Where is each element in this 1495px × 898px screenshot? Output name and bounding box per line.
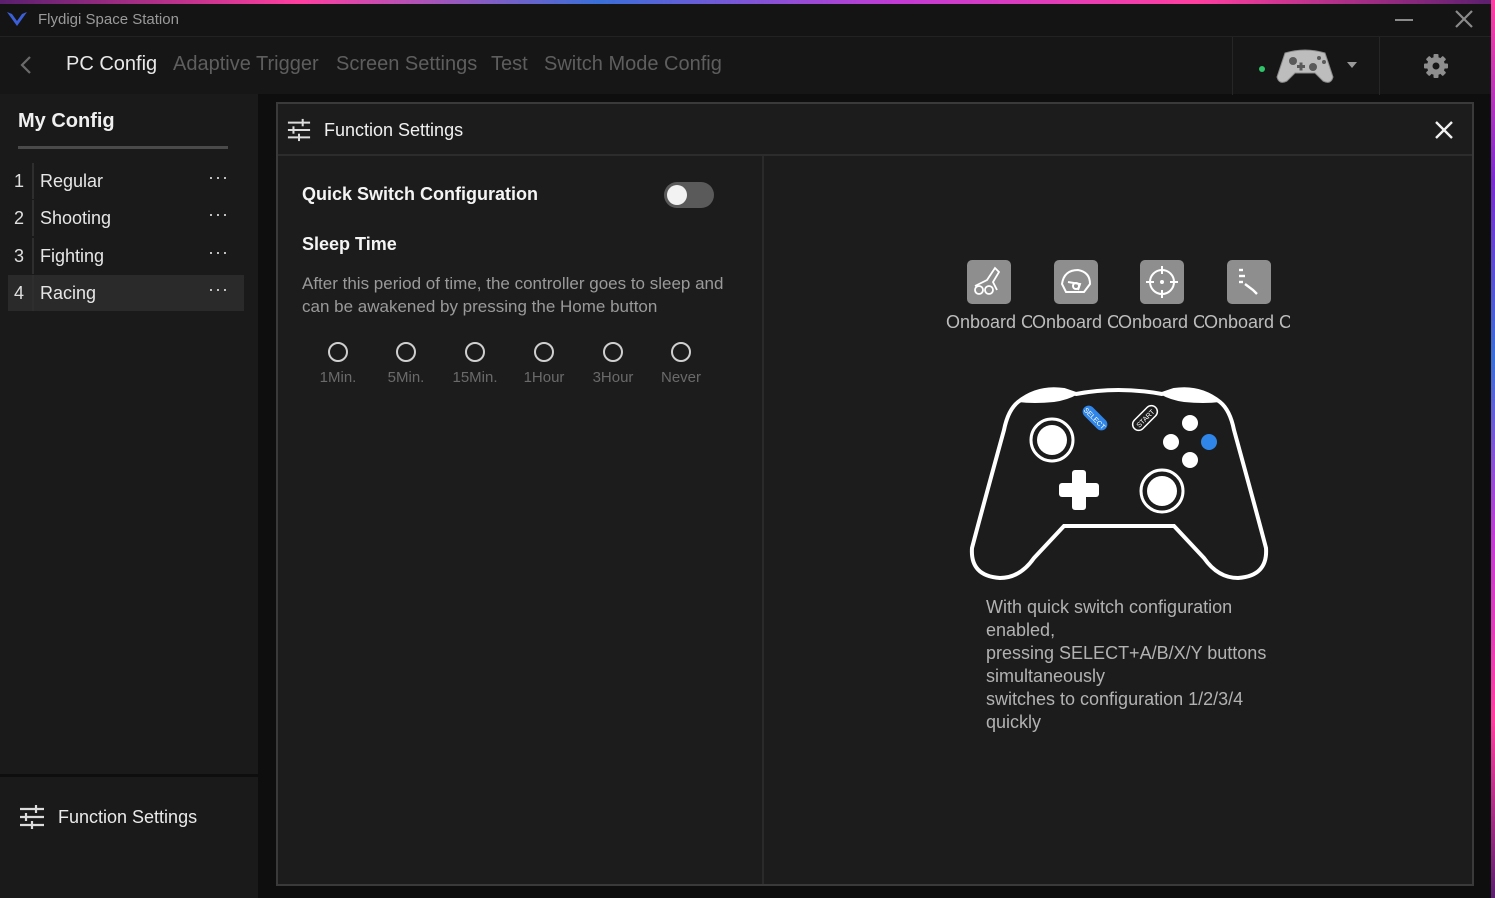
config-label: Fighting: [40, 246, 105, 266]
config-separator: [32, 238, 34, 274]
device-selector[interactable]: [1232, 37, 1380, 95]
panel-title: Function Settings: [324, 120, 464, 140]
back-arrow-icon[interactable]: [14, 51, 38, 79]
controller-diagram: SELECT START: [969, 387, 1269, 581]
radio-button-icon: [465, 342, 485, 362]
connection-status-dot: [1259, 66, 1265, 72]
sidebar-title-underline: [18, 146, 228, 149]
flydigi-logo-icon: [7, 12, 27, 26]
hint-line: pressing SELECT+A/B/X/Y buttons: [986, 643, 1267, 663]
sleep-option-never[interactable]: Never: [646, 342, 716, 388]
b-button-icon: [1201, 434, 1217, 450]
config-item-racing[interactable]: 4 Racing ···: [8, 275, 244, 311]
sleep-option-3hour[interactable]: 3Hour: [578, 342, 648, 388]
toggle-knob: [667, 185, 687, 205]
function-settings-link[interactable]: Function Settings: [18, 802, 248, 832]
config-number: 1: [14, 171, 25, 191]
close-icon[interactable]: [1432, 118, 1456, 142]
config-item-regular[interactable]: 1 Regular ···: [8, 163, 244, 199]
helmet-icon: [1054, 260, 1098, 304]
onboard-mode-label: Onboard C: [946, 312, 1032, 332]
sleep-option-15min[interactable]: 15Min.: [440, 342, 510, 388]
quick-switch-toggle[interactable]: [664, 182, 714, 208]
y-button-icon: [1182, 415, 1198, 431]
config-label: Shooting: [40, 208, 112, 228]
chevron-down-icon: [1347, 62, 1357, 68]
hint-line: simultaneously: [986, 666, 1106, 686]
sleep-option-1min[interactable]: 1Min.: [303, 342, 373, 388]
minimize-button[interactable]: [1393, 6, 1417, 30]
tab-screen-settings[interactable]: Screen Settings: [336, 53, 477, 76]
hint-line: enabled,: [986, 620, 1056, 640]
sliders-icon: [20, 805, 44, 829]
minimize-icon: [1395, 19, 1413, 21]
more-options-button[interactable]: ···: [208, 242, 229, 263]
window-close-button[interactable]: [1451, 6, 1477, 32]
config-number: 2: [14, 208, 25, 228]
panel-column-divider: [762, 156, 764, 884]
radio-label: 1Hour: [523, 369, 565, 386]
radio-label: 5Min.: [387, 369, 425, 386]
punch-icon: [1227, 260, 1271, 304]
radio-label: 1Min.: [319, 369, 357, 386]
sleep-option-1hour[interactable]: 1Hour: [509, 342, 579, 388]
sleep-option-5min[interactable]: 5Min.: [371, 342, 441, 388]
config-separator: [32, 163, 34, 199]
hint-line: switches to configuration 1/2/3/4: [986, 689, 1244, 709]
a-button-icon: [1182, 452, 1198, 468]
racing-mode-icon: [967, 260, 1011, 304]
hint-line: With quick switch configuration: [986, 597, 1233, 617]
more-options-button[interactable]: ···: [208, 167, 229, 188]
quick-switch-label: Quick Switch Configuration: [302, 184, 539, 204]
app-window: Flydigi Space Station PC Config Adaptive…: [0, 0, 1495, 898]
tab-switch-mode-config[interactable]: Switch Mode Config: [544, 53, 722, 76]
radio-label: 3Hour: [592, 369, 634, 386]
config-number: 4: [14, 283, 25, 303]
config-sidebar: My Config 1 Regular ··· 2 Shooting ··· 3…: [0, 94, 258, 898]
config-item-shooting[interactable]: 2 Shooting ···: [8, 200, 244, 236]
tab-test[interactable]: Test: [491, 53, 528, 76]
config-label: Regular: [40, 171, 104, 191]
config-number: 3: [14, 246, 25, 266]
radio-button-icon: [396, 342, 416, 362]
crosshair-icon: [1140, 260, 1184, 304]
function-settings-label: Function Settings: [58, 807, 198, 827]
title-bar: Flydigi Space Station: [0, 4, 1491, 36]
config-label: Racing: [40, 283, 97, 303]
onboard-mode-label: Onboard C: [1032, 312, 1118, 332]
controller-thumbnail-icon: [1276, 49, 1334, 83]
function-settings-panel: Function Settings Quick Switch Configura…: [276, 102, 1474, 886]
tab-adaptive-trigger[interactable]: Adaptive Trigger: [173, 53, 319, 76]
config-item-fighting[interactable]: 3 Fighting ···: [8, 238, 244, 274]
sleep-time-label: Sleep Time: [302, 234, 397, 254]
gear-icon[interactable]: [1420, 51, 1452, 81]
sliders-icon: [287, 118, 311, 142]
hint-line: quickly: [986, 712, 1042, 732]
quick-switch-hint: With quick switch configuration enabled,…: [986, 596, 1286, 734]
tab-pc-config[interactable]: PC Config: [66, 53, 157, 76]
config-separator: [32, 275, 34, 311]
desktop-wallpaper-strip: [1491, 0, 1495, 898]
radio-button-icon: [328, 342, 348, 362]
app-title: Flydigi Space Station: [38, 11, 179, 28]
sidebar-divider: [0, 774, 258, 777]
top-nav: PC Config Adaptive Trigger Screen Settin…: [0, 36, 1491, 95]
panel-header: Function Settings: [278, 104, 1472, 156]
radio-label: Never: [660, 369, 701, 386]
radio-label: 15Min.: [452, 369, 498, 386]
onboard-mode-label: Onboard C: [1204, 312, 1290, 332]
more-options-button[interactable]: ···: [208, 279, 229, 300]
x-button-icon: [1163, 434, 1179, 450]
more-options-button[interactable]: ···: [208, 204, 229, 225]
sidebar-title: My Config: [18, 110, 115, 132]
radio-button-icon: [671, 342, 691, 362]
radio-button-icon: [534, 342, 554, 362]
onboard-mode-label: Onboard C: [1118, 312, 1204, 332]
config-separator: [32, 200, 34, 236]
sleep-time-description: After this period of time, the controlle…: [302, 274, 724, 316]
radio-button-icon: [603, 342, 623, 362]
